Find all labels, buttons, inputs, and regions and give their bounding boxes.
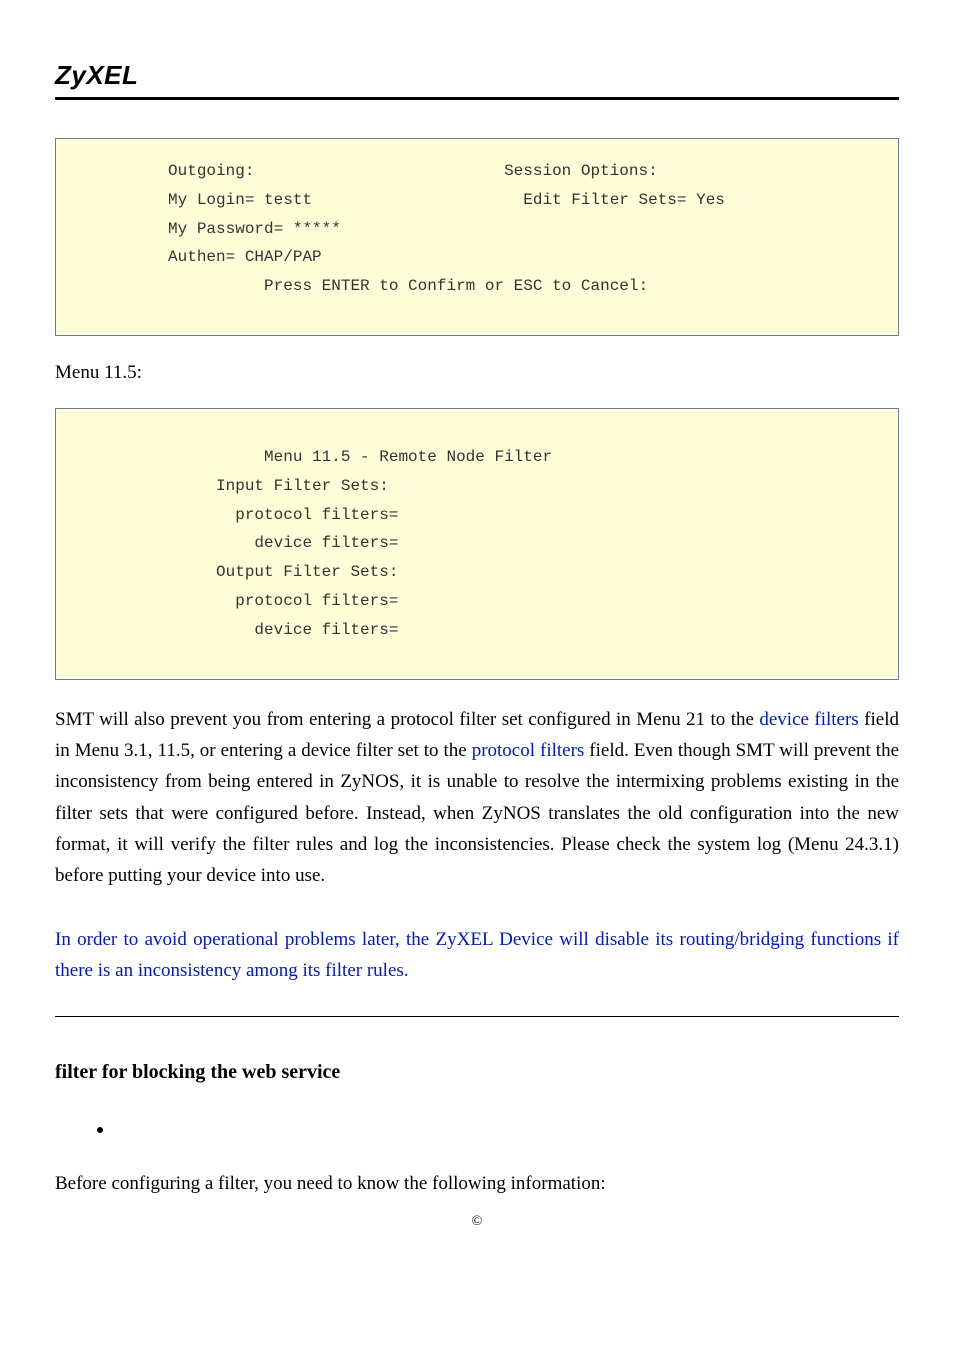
section-heading: filter for blocking the web service: [55, 1061, 899, 1084]
para-text-c: field. Even though SMT will prevent the …: [55, 740, 899, 886]
warning-paragraph: In order to avoid operational problems l…: [55, 924, 899, 987]
terminal-block-1: Outgoing: Session Options: My Login= tes…: [55, 138, 899, 336]
para-text-a: SMT will also prevent you from entering …: [55, 709, 759, 730]
section-divider: [55, 1016, 899, 1017]
inline-term-device-filters: device filters: [759, 709, 858, 730]
menu-caption: Menu 11.5:: [55, 362, 899, 384]
body-paragraph: SMT will also prevent you from entering …: [55, 704, 899, 892]
brand-logo: ZyXEL: [55, 60, 899, 91]
list-item: [97, 1118, 899, 1139]
header-divider: [55, 97, 899, 100]
terminal-block-2: Menu 11.5 - Remote Node Filter Input Fil…: [55, 408, 899, 680]
bullet-icon: [97, 1127, 103, 1133]
intro-line: Before configuring a filter, you need to…: [55, 1173, 899, 1195]
footer-copyright: ©: [0, 1214, 954, 1230]
inline-term-protocol-filters: protocol filters: [472, 740, 585, 761]
